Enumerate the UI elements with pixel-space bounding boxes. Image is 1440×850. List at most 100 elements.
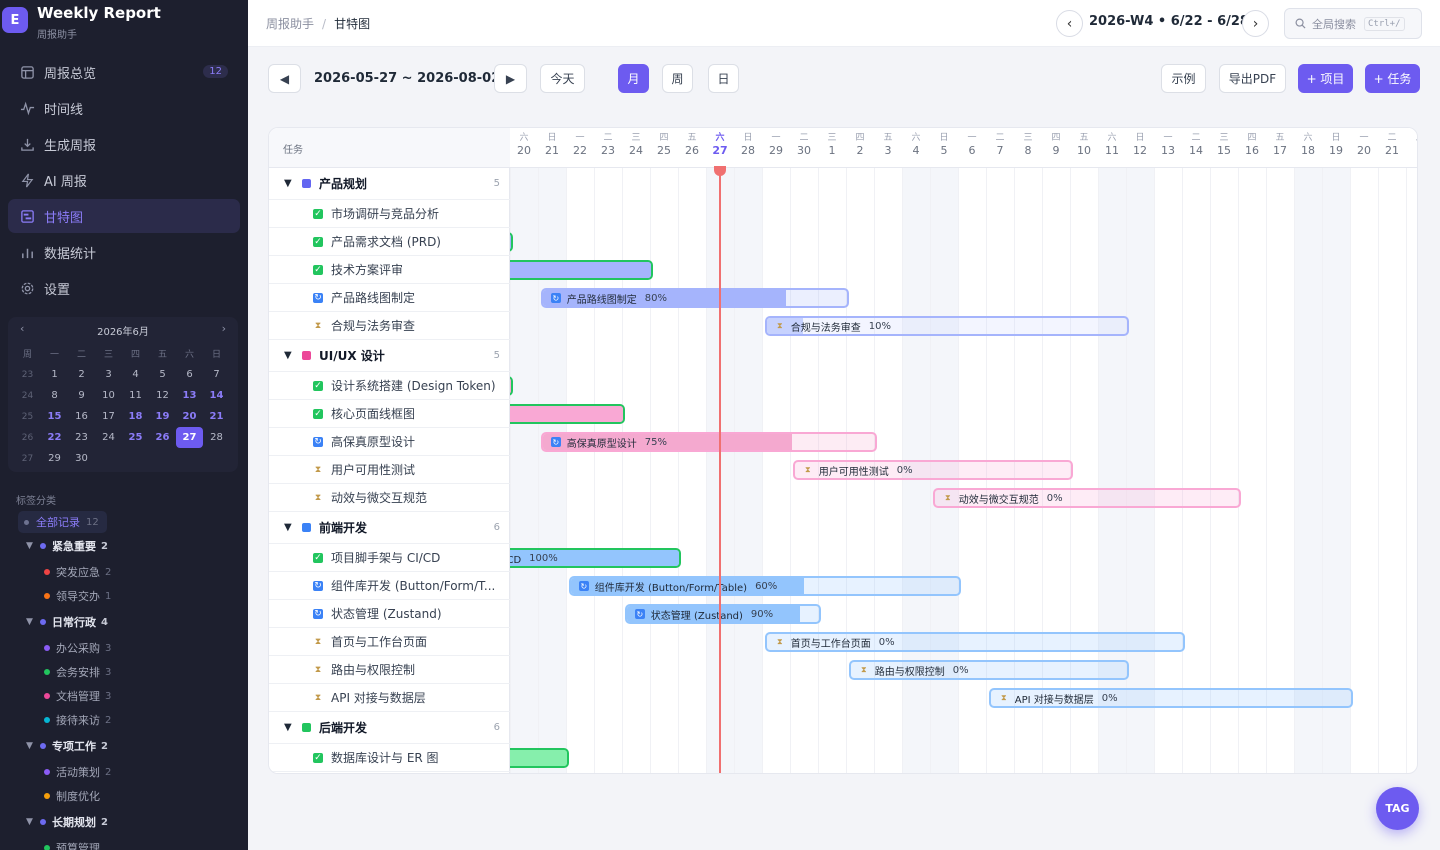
caret-down-icon[interactable]: ▼ [284, 522, 292, 533]
task-row[interactable]: ↻ 产品路线图制定 [269, 284, 510, 312]
calendar-day[interactable]: 10 [95, 385, 122, 406]
legend-button[interactable]: 示例 [1161, 64, 1206, 93]
calendar-day[interactable]: 26 [149, 427, 176, 448]
calendar-day[interactable]: 11 [122, 385, 149, 406]
range-prev-button[interactable]: ◀ [268, 64, 301, 93]
calendar-day[interactable]: 8 [41, 385, 68, 406]
sidebar-item-6[interactable]: 数据统计 [8, 235, 240, 269]
calendar-day[interactable]: 19 [149, 406, 176, 427]
view-week-button[interactable]: 周 [662, 64, 693, 93]
task-bar[interactable]: ↻ 高保真原型设计 75% [540, 432, 877, 452]
project-row[interactable]: ▼ 产品规划 5 [269, 168, 510, 200]
calendar-day[interactable]: 4 [122, 364, 149, 385]
today-button[interactable]: 今天 [540, 64, 585, 93]
task-row[interactable]: ⧗ 用户可用性测试 [269, 456, 510, 484]
view-day-button[interactable]: 日 [708, 64, 739, 93]
tag-item[interactable]: 领导交办 1 [44, 588, 111, 604]
calendar-day[interactable]: 27 [176, 427, 203, 448]
task-bar[interactable]: ⧗ 首页与工作台页面 0% [764, 632, 1185, 652]
export-pdf-button[interactable]: 导出PDF [1219, 64, 1286, 93]
tag-item[interactable]: 文档管理 3 [44, 688, 111, 704]
calendar-day[interactable]: 23 [68, 427, 95, 448]
calendar-day[interactable]: 30 [68, 448, 95, 469]
task-bar[interactable]: ⧗ 路由与权限控制 0% [848, 660, 1129, 680]
task-row[interactable]: ✓ 技术方案评审 [269, 256, 510, 284]
task-row[interactable]: ↻ 高保真原型设计 [269, 428, 510, 456]
task-row[interactable]: ✓ 市场调研与竞品分析 [269, 200, 510, 228]
tag-group[interactable]: ▼ 长期规划 2 [26, 814, 108, 830]
calendar-day[interactable]: 28 [203, 427, 230, 448]
sidebar-item-2[interactable]: 时间线 [8, 91, 240, 125]
breadcrumb-root[interactable]: 周报助手 [266, 17, 314, 31]
caret-down-icon[interactable]: ▼ [26, 817, 40, 827]
task-row[interactable]: ⧗ 动效与微交互规范 [269, 484, 510, 512]
calendar-day[interactable]: 14 [203, 385, 230, 406]
task-row[interactable]: ↻ 组件库开发 (Button/Form/T... [269, 572, 510, 600]
caret-down-icon[interactable]: ▼ [284, 350, 292, 361]
task-row[interactable]: ✓ 项目脚手架与 CI/CD [269, 544, 510, 572]
range-next-button[interactable]: ▶ [494, 64, 527, 93]
tag-group[interactable]: ▼ 紧急重要 2 [26, 538, 108, 554]
tag-group[interactable]: ▼ 日常行政 4 [26, 614, 108, 630]
calendar-day[interactable]: 15 [41, 406, 68, 427]
caret-down-icon[interactable]: ▼ [26, 541, 40, 551]
task-row[interactable]: ✓ 产品需求文档 (PRD) [269, 228, 510, 256]
project-row[interactable]: ▼ 前端开发 6 [269, 512, 510, 544]
week-next-button[interactable]: › [1242, 10, 1269, 37]
task-bar[interactable]: ⧗ 合规与法务审查 10% [764, 316, 1129, 336]
task-row[interactable]: ✓ 设计系统搭建 (Design Token) [269, 372, 510, 400]
sidebar-item-7[interactable]: 设置 [8, 271, 240, 305]
tag-all-records[interactable]: 全部记录 12 [18, 511, 107, 533]
calendar-day[interactable]: 5 [149, 364, 176, 385]
calendar-day[interactable]: 6 [176, 364, 203, 385]
task-row[interactable]: ✓ 核心页面线框图 [269, 400, 510, 428]
caret-down-icon[interactable]: ▼ [26, 617, 40, 627]
task-bar[interactable]: 与 CI/CD100% [482, 548, 681, 568]
calendar-day[interactable]: 24 [95, 427, 122, 448]
sidebar-item-4[interactable]: AI 周报 [8, 163, 240, 197]
tag-item[interactable]: 办公采购 3 [44, 640, 111, 656]
global-search[interactable]: 全局搜索 Ctrl+/ [1284, 8, 1422, 39]
task-bar[interactable]: ↻ 组件库开发 (Button/Form/Table) 60% [568, 576, 961, 596]
calendar-day[interactable]: 16 [68, 406, 95, 427]
calendar-day[interactable]: 9 [68, 385, 95, 406]
task-row[interactable]: ✓ 数据库设计与 ER 图 [269, 744, 510, 772]
task-row[interactable]: ⧗ 首页与工作台页面 [269, 628, 510, 656]
task-bar[interactable]: ⧗ 用户可用性测试 0% [792, 460, 1073, 480]
calendar-day[interactable]: 3 [95, 364, 122, 385]
sidebar-item-3[interactable]: 生成周报 [8, 127, 240, 161]
calendar-day[interactable]: 2 [68, 364, 95, 385]
task-row[interactable]: ⧗ API 对接与数据层 [269, 684, 510, 712]
calendar-next-icon[interactable]: › [222, 322, 226, 335]
add-project-button[interactable]: + 项目 [1298, 64, 1353, 93]
tag-fab-button[interactable]: TAG [1376, 787, 1419, 830]
task-row[interactable]: ↻ 状态管理 (Zustand) [269, 600, 510, 628]
view-month-button[interactable]: 月 [618, 64, 649, 93]
calendar-day[interactable]: 20 [176, 406, 203, 427]
tag-item[interactable]: 预算管理 [44, 840, 100, 850]
task-row[interactable]: ⧗ 路由与权限控制 [269, 656, 510, 684]
caret-down-icon[interactable]: ▼ [284, 178, 292, 189]
tag-item[interactable]: 接待来访 2 [44, 712, 111, 728]
brand[interactable]: E Weekly Report 周报助手 [0, 0, 248, 44]
sidebar-item-1[interactable]: 周报总览 12 [8, 55, 240, 89]
calendar-day[interactable]: 22 [41, 427, 68, 448]
calendar-day[interactable]: 12 [149, 385, 176, 406]
caret-down-icon[interactable]: ▼ [26, 741, 40, 751]
tag-item[interactable]: 活动策划 2 [44, 764, 111, 780]
task-row[interactable]: ⧗ 合规与法务审查 [269, 312, 510, 340]
task-bar[interactable]: ⧗ API 对接与数据层 0% [988, 688, 1353, 708]
task-bar[interactable]: ↻ 状态管理 (Zustand) 90% [624, 604, 821, 624]
task-bar[interactable]: ⧗ 动效与微交互规范 0% [932, 488, 1241, 508]
tag-group[interactable]: ▼ 专项工作 2 [26, 738, 108, 754]
calendar-day[interactable]: 1 [41, 364, 68, 385]
project-row[interactable]: ▼ UI/UX 设计 5 [269, 340, 510, 372]
calendar-day[interactable]: 13 [176, 385, 203, 406]
calendar-day[interactable]: 18 [122, 406, 149, 427]
tag-item[interactable]: 制度优化 [44, 788, 100, 804]
calendar-day[interactable]: 29 [41, 448, 68, 469]
tag-item[interactable]: 突发应急 2 [44, 564, 111, 580]
sidebar-item-5[interactable]: 甘特图 [8, 199, 240, 233]
calendar-day[interactable]: 7 [203, 364, 230, 385]
caret-down-icon[interactable]: ▼ [284, 722, 292, 733]
